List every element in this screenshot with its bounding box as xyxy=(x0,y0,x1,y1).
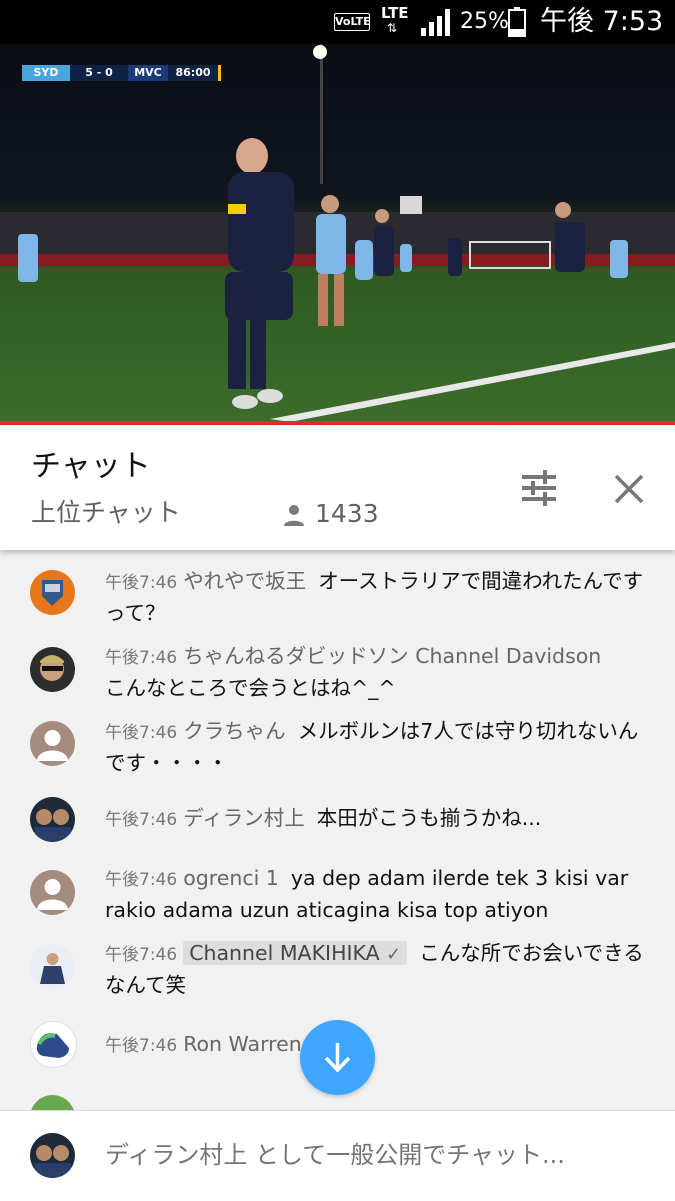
data-activity-icon: ⇅ xyxy=(387,21,398,35)
status-bar: VoLTE LTE ⇅ 25% 午後 7:53 xyxy=(0,0,675,44)
message-time: 午後7:46 xyxy=(105,573,178,593)
message-author[interactable]: ちゃんねるダビッドソン Channel Davidson xyxy=(183,644,601,668)
message-author[interactable]: Ron Warren xyxy=(183,1032,302,1056)
chat-title: チャット xyxy=(31,449,151,484)
message-author[interactable]: やれやで坂王 xyxy=(183,569,306,593)
arrow-down-icon xyxy=(324,1043,351,1073)
chat-mode-dropdown[interactable]: 上位チャット xyxy=(31,498,181,528)
dylan-avatar[interactable] xyxy=(30,797,75,842)
owner-author-badge[interactable]: Channel MAKIHIKA ✓ xyxy=(183,941,408,965)
video-player[interactable]: SYD 5 - 0 MVC 86:00 xyxy=(0,44,675,422)
scroll-to-bottom-button[interactable] xyxy=(300,1020,375,1095)
clock: 午後 7:53 xyxy=(540,6,664,37)
close-icon[interactable] xyxy=(610,470,648,508)
match-score: 5 - 0 xyxy=(70,65,128,81)
match-clock: 86:00 xyxy=(168,65,221,81)
message-time: 午後7:46 xyxy=(105,648,178,668)
message-time: 午後7:46 xyxy=(105,1036,178,1056)
message-time: 午後7:46 xyxy=(105,810,178,830)
message-text: 本田がこうも揃うかね... xyxy=(316,806,542,830)
message-author[interactable]: ディラン村上 xyxy=(183,806,305,830)
suit-avatar[interactable] xyxy=(30,944,75,989)
default-avatar[interactable] xyxy=(30,870,75,915)
chat-input[interactable] xyxy=(105,1139,645,1171)
badge-avatar[interactable] xyxy=(30,570,75,615)
match-frame xyxy=(0,44,675,422)
partial-avatar xyxy=(30,1095,75,1110)
default-avatar[interactable] xyxy=(30,721,75,766)
shoe-avatar[interactable] xyxy=(30,1021,77,1068)
away-team: MVC xyxy=(128,65,168,81)
message-author[interactable]: クラちゃん xyxy=(183,719,286,743)
man-sunglasses-avatar[interactable] xyxy=(30,647,75,692)
chat-header: チャット 上位チャット 1433 xyxy=(0,425,675,550)
verified-check-icon: ✓ xyxy=(386,944,402,965)
signal-icon xyxy=(421,9,450,36)
message-author: Channel MAKIHIKA xyxy=(189,941,380,965)
message-time: 午後7:46 xyxy=(105,723,178,743)
message-time: 午後7:46 xyxy=(105,945,178,965)
scoreboard: SYD 5 - 0 MVC 86:00 xyxy=(22,65,221,81)
viewer-count: 1433 xyxy=(315,499,379,528)
message-text: こんなところで会うとはね^_^ xyxy=(105,676,396,700)
message-time: 午後7:46 xyxy=(105,870,178,890)
tune-icon[interactable] xyxy=(519,470,559,506)
battery-percent: 25% xyxy=(460,9,509,34)
network-type: LTE xyxy=(381,4,409,22)
user-avatar[interactable] xyxy=(30,1133,75,1178)
battery-icon xyxy=(508,7,526,37)
person-icon xyxy=(284,505,304,526)
volte-indicator: VoLTE xyxy=(334,13,371,31)
home-team: SYD xyxy=(22,65,70,81)
message-author[interactable]: ogrenci 1 xyxy=(183,866,279,890)
chat-input-bar xyxy=(0,1110,675,1201)
